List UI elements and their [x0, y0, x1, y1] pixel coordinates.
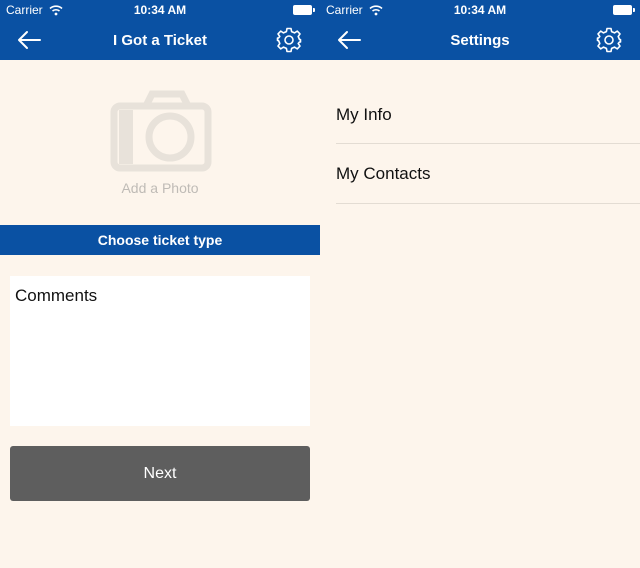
status-bar: Carrier 10:34 AM [320, 0, 640, 20]
nav-bar: I Got a Ticket [0, 20, 320, 60]
battery-icon [613, 5, 635, 15]
gear-icon[interactable] [596, 27, 622, 53]
add-photo-button[interactable]: Add a Photo [0, 80, 320, 210]
page-title: Settings [450, 32, 510, 49]
settings-screen: Carrier 10:34 AM Settings My Info My Con… [320, 0, 640, 568]
next-button[interactable]: Next [10, 446, 310, 501]
gear-icon[interactable] [276, 27, 302, 53]
settings-item-my-info[interactable]: My Info [336, 85, 640, 144]
ticket-screen: Carrier 10:34 AM I Got a Ticket Add a Ph… [0, 0, 320, 568]
settings-item-label: My Info [336, 105, 392, 124]
comments-placeholder: Comments [15, 286, 98, 305]
comments-field[interactable]: Comments [10, 276, 310, 426]
settings-item-label: My Contacts [336, 164, 431, 183]
camera-icon [110, 90, 212, 172]
add-photo-label: Add a Photo [121, 180, 199, 196]
status-time: 10:34 AM [133, 3, 187, 17]
battery-icon [293, 5, 315, 15]
choose-ticket-type-button[interactable]: Choose ticket type [0, 225, 320, 255]
status-time: 10:34 AM [453, 3, 507, 17]
settings-item-my-contacts[interactable]: My Contacts [336, 144, 640, 204]
page-title: I Got a Ticket [113, 32, 207, 49]
nav-bar: Settings [320, 20, 640, 60]
settings-list: My Info My Contacts [336, 85, 640, 204]
status-bar: Carrier 10:34 AM [0, 0, 320, 20]
